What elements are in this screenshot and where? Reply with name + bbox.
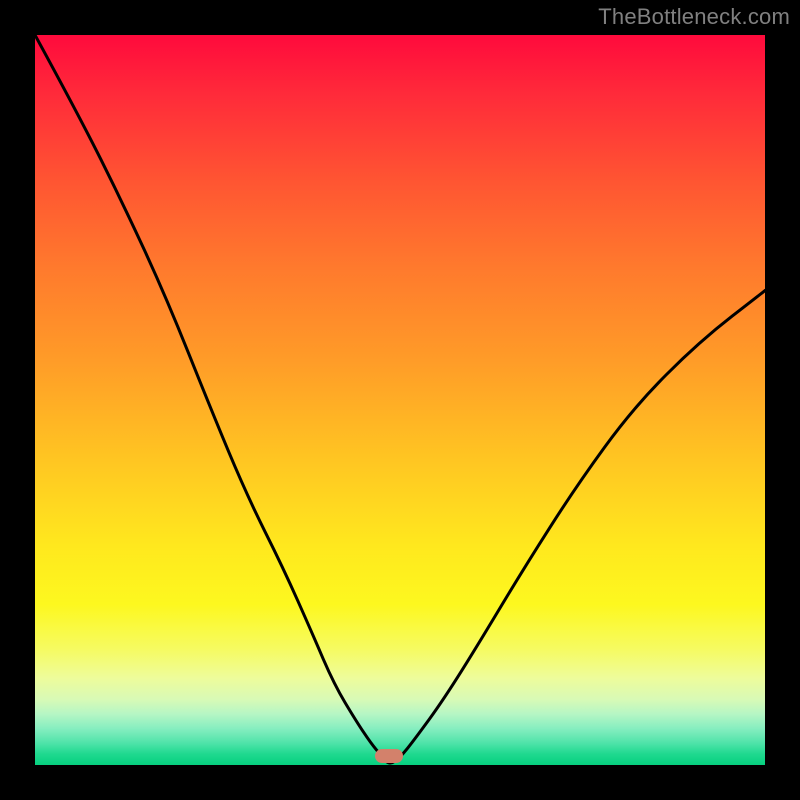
attribution-watermark: TheBottleneck.com [598,4,790,30]
curve-path [35,35,765,763]
balance-marker [375,749,403,763]
bottleneck-curve [35,35,765,765]
plot-area [35,35,765,765]
chart-frame: TheBottleneck.com [0,0,800,800]
